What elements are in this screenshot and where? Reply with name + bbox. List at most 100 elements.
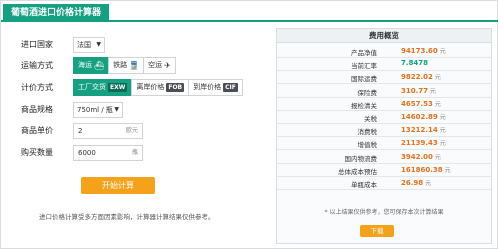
result-amount: 161860.38 bbox=[401, 165, 443, 174]
result-row: 保险费 310.77 元 bbox=[277, 85, 491, 98]
result-row: 产品净值 94173.60 元 bbox=[277, 45, 491, 58]
result-label: 总体成本预估 bbox=[338, 167, 377, 176]
result-label: 报检清关 bbox=[351, 101, 377, 110]
result-row: 消费税 13212.14 元 bbox=[277, 124, 491, 138]
calculator-title-tab[interactable]: 葡萄酒进口价格计算器 bbox=[3, 4, 110, 22]
spec-row: 商品规格 750ml / 瓶 ▼ bbox=[1, 100, 271, 120]
price-method-row: 计价方式 工厂交货 EXW 离岸价格 FOB 到岸价格 CIF bbox=[1, 78, 271, 98]
unit-price-row: 商品单价 2 欧元 bbox=[1, 121, 271, 141]
result-value: 13212.14 元 bbox=[401, 125, 446, 134]
result-label: 国内物流费 bbox=[344, 154, 378, 163]
result-amount: 9822.02 bbox=[401, 73, 433, 82]
spec-value: 750ml / 瓶 bbox=[77, 106, 113, 114]
fob-tag: FOB bbox=[166, 83, 185, 92]
price-option-cif[interactable]: 到岸价格 CIF bbox=[188, 79, 243, 96]
result-label: 关税 bbox=[364, 115, 377, 123]
result-amount: 4657.53 bbox=[401, 99, 433, 108]
result-amount: 21139.43 bbox=[401, 139, 438, 148]
result-value: 4657.53 元 bbox=[401, 99, 441, 108]
result-unit: 元 bbox=[439, 114, 446, 121]
result-value: 161860.38 元 bbox=[401, 165, 451, 174]
result-row: 报检清关 4657.53 元 bbox=[277, 98, 491, 111]
result-value: 14602.89 元 bbox=[401, 112, 446, 121]
result-value: 310.77 元 bbox=[401, 86, 436, 95]
result-row: 当前汇率 7.8478 bbox=[277, 58, 491, 72]
unit-price-unit: 欧元 bbox=[125, 127, 138, 134]
result-row: 国内物流费 3942.00 元 bbox=[277, 151, 491, 164]
result-amount: 13212.14 bbox=[401, 126, 438, 135]
result-label: 国际运费 bbox=[351, 75, 377, 84]
result-amount: 3942.00 bbox=[401, 152, 433, 161]
result-unit: 元 bbox=[444, 166, 451, 174]
result-value: 94173.60 元 bbox=[401, 46, 446, 55]
transport-row: 运输方式 海运 ⛴ 铁路 🚆 空运 ✈ bbox=[1, 56, 271, 76]
quantity-unit: 瓶 bbox=[131, 149, 138, 156]
transport-option-sea[interactable]: 海运 ⛴ bbox=[73, 57, 110, 74]
result-unit: 元 bbox=[425, 180, 432, 187]
result-value: 9822.02 元 bbox=[401, 72, 441, 81]
transport-options: 海运 ⛴ 铁路 🚆 空运 ✈ bbox=[73, 57, 176, 74]
transport-option-air[interactable]: 空运 ✈ bbox=[143, 57, 176, 74]
result-amount: 94173.60 bbox=[401, 47, 438, 55]
result-unit: 元 bbox=[430, 87, 437, 95]
country-label: 进口国家 bbox=[21, 40, 53, 49]
country-value: 法国 bbox=[77, 41, 91, 49]
quantity-label: 购买数量 bbox=[21, 148, 53, 157]
quantity-value: 6000 bbox=[78, 149, 96, 157]
price-method-label: 计价方式 bbox=[21, 83, 53, 92]
chevron-down-icon: ▼ bbox=[114, 106, 119, 113]
chevron-down-icon: ▼ bbox=[96, 41, 101, 48]
plane-icon: ✈ bbox=[164, 61, 171, 70]
result-unit: 元 bbox=[434, 100, 441, 108]
result-amount: 310.77 bbox=[401, 86, 429, 95]
cif-tag: CIF bbox=[223, 83, 238, 92]
result-unit: 元 bbox=[439, 127, 446, 135]
exw-tag: EXW bbox=[108, 83, 128, 92]
result-amount: 26.98 bbox=[401, 179, 424, 187]
download-button[interactable]: 下载 bbox=[360, 225, 394, 237]
disclaimer-note: 进口价格计算受多方面因素影响，计算器计算结果仅供参考。 bbox=[39, 213, 215, 221]
quantity-input[interactable]: 6000 瓶 bbox=[73, 145, 143, 161]
quantity-row: 购买数量 6000 瓶 bbox=[1, 143, 271, 163]
result-unit: 元 bbox=[439, 48, 446, 55]
result-label: 保险费 bbox=[357, 88, 378, 97]
spec-select[interactable]: 750ml / 瓶 ▼ bbox=[73, 102, 123, 118]
price-option-fob[interactable]: 离岸价格 FOB bbox=[131, 79, 190, 96]
result-value: 21139.43 元 bbox=[401, 138, 446, 147]
train-icon: 🚆 bbox=[129, 61, 140, 70]
results-panel: 费用概览 产品净值 94173.60 元当前汇率 7.8478 国际运费 9822.02 元… bbox=[276, 28, 492, 244]
ship-icon: ⛴ bbox=[94, 61, 105, 70]
calculate-button[interactable]: 开始计算 bbox=[81, 177, 155, 194]
result-value: 7.8478 bbox=[401, 59, 430, 67]
price-option-exw[interactable]: 工厂交货 EXW bbox=[73, 79, 133, 96]
result-unit: 元 bbox=[439, 140, 446, 148]
result-value: 3942.00 元 bbox=[401, 152, 441, 161]
unit-price-label: 商品单价 bbox=[21, 126, 53, 135]
result-label: 单瓶成本 bbox=[351, 181, 377, 189]
results-header: 费用概览 bbox=[277, 29, 491, 43]
price-method-options: 工厂交货 EXW 离岸价格 FOB 到岸价格 CIF bbox=[73, 79, 243, 96]
result-unit: 元 bbox=[434, 74, 441, 82]
title-bar: 葡萄酒进口价格计算器 bbox=[1, 1, 498, 22]
country-row: 进口国家 法国 ▼ bbox=[1, 35, 271, 55]
country-select[interactable]: 法国 ▼ bbox=[73, 37, 105, 53]
result-row: 单瓶成本 26.98 元 bbox=[277, 177, 491, 190]
spec-label: 商品规格 bbox=[21, 105, 53, 114]
result-label: 当前汇率 bbox=[351, 62, 377, 71]
calculator-panel: 葡萄酒进口价格计算器 进口国家 法国 ▼ 运输方式 海运 ⛴ 铁路 🚆 空运 ✈… bbox=[0, 0, 498, 249]
transport-option-rail[interactable]: 铁路 🚆 bbox=[108, 57, 145, 74]
unit-price-input[interactable]: 2 欧元 bbox=[73, 123, 143, 139]
result-amount: 14602.89 bbox=[401, 113, 438, 121]
result-row: 增值税 21139.43 元 bbox=[277, 137, 491, 151]
result-row: 国际运费 9822.02 元 bbox=[277, 71, 491, 85]
transport-label: 运输方式 bbox=[21, 61, 53, 70]
result-amount: 7.8478 bbox=[401, 59, 429, 68]
result-row: 关税 14602.89 元 bbox=[277, 111, 491, 124]
result-value: 26.98 元 bbox=[401, 178, 431, 187]
result-unit: 元 bbox=[434, 153, 441, 161]
result-row: 总体成本预估 161860.38 元 bbox=[277, 164, 491, 177]
result-label: 产品净值 bbox=[351, 49, 377, 57]
results-note: * 以上结果仅供参考，您可保存本次计算结果 bbox=[324, 209, 444, 216]
result-label: 增值税 bbox=[357, 141, 378, 150]
unit-price-value: 2 bbox=[78, 127, 83, 135]
